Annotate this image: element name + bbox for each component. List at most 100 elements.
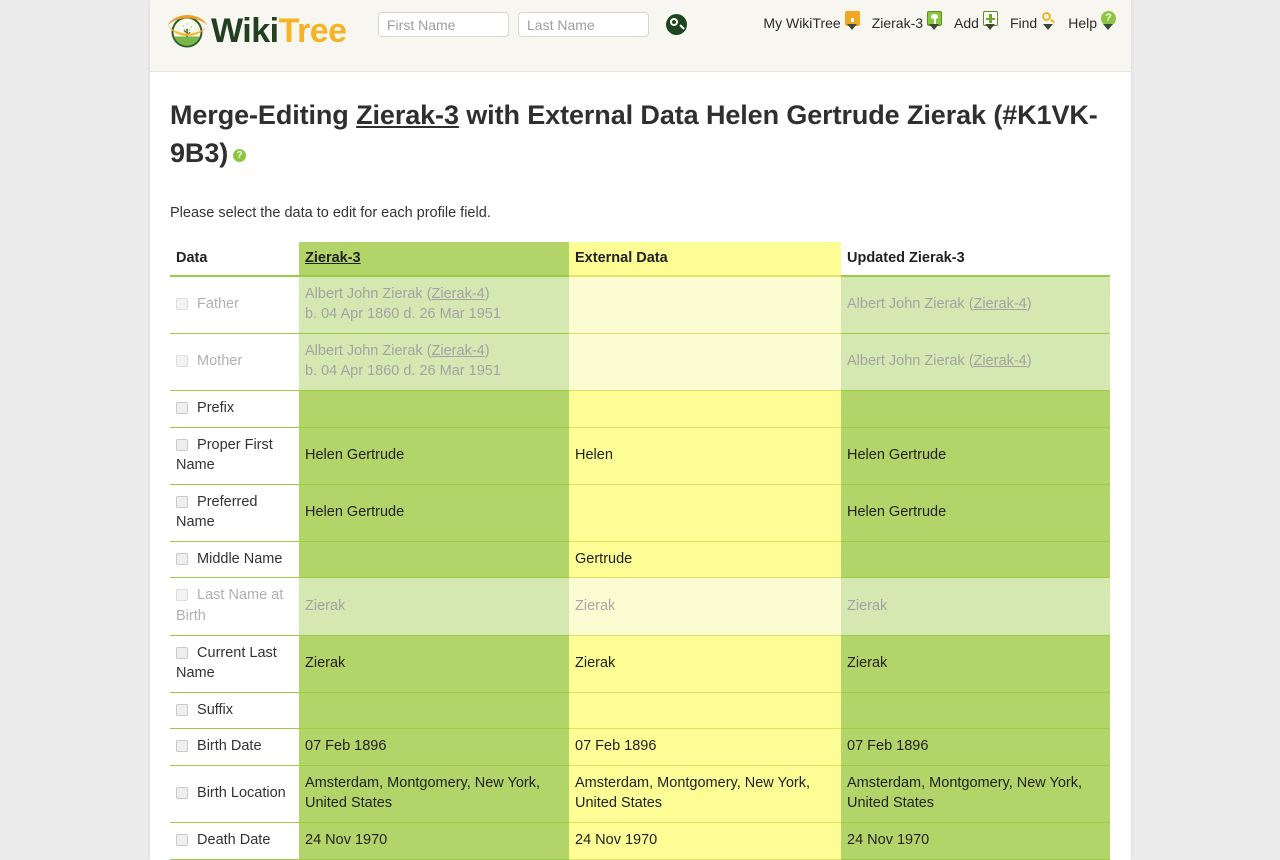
wikitree-logo[interactable]: WikiTree	[165, 7, 347, 55]
nav-item-add[interactable]: Add	[954, 11, 999, 35]
mother-profile-link-a[interactable]: Zierak-4	[432, 343, 485, 359]
father-dates-a: b. 04 Apr 1860 d. 26 Mar 1951	[305, 306, 501, 323]
mother-dates-a: b. 04 Apr 1860 d. 26 Mar 1951	[305, 363, 501, 380]
mother-name-c: Albert John Zierak (	[847, 353, 974, 370]
page-title-prefix: Merge-Editing	[170, 100, 357, 130]
table-row-middle-name: Middle Name Gertrude	[170, 541, 1110, 579]
site-header: WikiTree My WikiTree Zierak-3	[150, 0, 1131, 72]
row-label-prefix: Prefix	[197, 399, 235, 416]
column-header-zierak-3: Zierak-3	[299, 241, 569, 277]
row-checkbox-mother[interactable]	[176, 355, 188, 368]
nav-label-add: Add	[954, 15, 979, 31]
cell-updated-father: Albert John Zierak (Zierak-4)	[841, 275, 1110, 334]
row-checkbox-father[interactable]	[176, 297, 188, 310]
row-checkbox-middle-name[interactable]	[176, 552, 188, 565]
help-icon[interactable]: ?	[233, 149, 247, 163]
nav-label-help: Help	[1068, 15, 1097, 31]
chevron-down-icon	[929, 24, 940, 30]
row-label-cell-last-name-at-birth: Last Name at Birth	[170, 577, 299, 636]
cell-zierak3-suffix[interactable]	[299, 692, 569, 730]
father-profile-link-a[interactable]: Zierak-4	[432, 286, 485, 302]
row-label-mother: Mother	[197, 353, 243, 370]
cell-updated-preferred-name: Helen Gertrude	[841, 484, 1110, 542]
cell-external-father[interactable]	[569, 275, 841, 334]
father-profile-link-c[interactable]: Zierak-4	[974, 296, 1027, 312]
table-row-mother: Mother Albert John Zierak (Zierak-4) b. …	[170, 333, 1110, 391]
page-title-profile-link[interactable]: Zierak-3	[356, 100, 459, 130]
column-header-zierak-3-link[interactable]: Zierak-3	[305, 250, 361, 266]
cell-updated-death-date: 24 Nov 1970	[841, 822, 1110, 860]
cell-external-mother[interactable]	[569, 333, 841, 391]
row-checkbox-death-date[interactable]	[176, 834, 188, 847]
table-row-death-date: Death Date 24 Nov 1970 24 Nov 1970 24 No…	[170, 822, 1110, 860]
cell-zierak3-birth-date[interactable]: 07 Feb 1896	[299, 728, 569, 766]
row-checkbox-last-name-at-birth[interactable]	[176, 589, 188, 602]
plus-icon	[982, 11, 999, 35]
row-checkbox-proper-first-name[interactable]	[176, 438, 188, 451]
row-label-cell-middle-name: Middle Name	[170, 541, 299, 579]
cell-external-proper-first-name[interactable]: Helen	[569, 427, 841, 485]
table-header-row: Data Zierak-3 External Data Updated Zier…	[170, 241, 1110, 277]
cell-external-death-date[interactable]: 24 Nov 1970	[569, 822, 841, 860]
row-label-cell-proper-first-name: Proper First Name	[170, 427, 299, 485]
nav-item-help[interactable]: Help ?	[1068, 11, 1117, 35]
cell-external-last-name-at-birth[interactable]: Zierak	[569, 577, 841, 636]
logo-wiki-text: Wiki	[211, 12, 279, 50]
row-label-cell-death-date: Death Date	[170, 822, 299, 860]
cell-zierak3-father[interactable]: Albert John Zierak (Zierak-4) b. 04 Apr …	[299, 275, 569, 334]
row-checkbox-birth-date[interactable]	[176, 740, 188, 753]
cell-zierak3-current-last-name[interactable]: Zierak	[299, 635, 569, 693]
magnifier-icon	[1041, 11, 1057, 35]
cell-external-birth-date[interactable]: 07 Feb 1896	[569, 728, 841, 766]
home-icon	[844, 11, 861, 35]
table-header: Data Zierak-3 External Data Updated Zier…	[170, 241, 1110, 277]
cell-external-preferred-name[interactable]	[569, 484, 841, 542]
cell-updated-suffix	[841, 692, 1110, 730]
magnifier-glass	[670, 18, 678, 26]
cell-zierak3-proper-first-name[interactable]: Helen Gertrude	[299, 427, 569, 485]
mother-profile-link-c[interactable]: Zierak-4	[974, 353, 1027, 369]
table-row-birth-date: Birth Date 07 Feb 1896 07 Feb 1896 07 Fe…	[170, 728, 1110, 766]
nav-item-zierak-3[interactable]: Zierak-3	[872, 11, 943, 35]
cell-zierak3-preferred-name[interactable]: Helen Gertrude	[299, 484, 569, 542]
nav-item-find[interactable]: Find	[1010, 11, 1057, 35]
chevron-down-icon	[1043, 24, 1054, 30]
header-search	[378, 12, 687, 37]
question-icon: ?	[1101, 11, 1117, 35]
column-header-data: Data	[170, 241, 299, 277]
cell-zierak3-death-date[interactable]: 24 Nov 1970	[299, 822, 569, 860]
cell-external-suffix[interactable]	[569, 692, 841, 730]
row-checkbox-prefix[interactable]	[176, 401, 188, 414]
row-label-proper-first-name: Proper First Name	[176, 436, 273, 474]
row-checkbox-current-last-name[interactable]	[176, 646, 188, 659]
page-title: Merge-Editing Zierak-3 with External Dat…	[170, 96, 1111, 173]
nav-item-my-wikitree[interactable]: My WikiTree	[763, 11, 860, 35]
cell-zierak3-last-name-at-birth[interactable]: Zierak	[299, 577, 569, 636]
cell-zierak3-middle-name[interactable]	[299, 541, 569, 579]
cell-external-middle-name[interactable]: Gertrude	[569, 541, 841, 579]
row-label-birth-date: Birth Date	[197, 738, 262, 755]
cell-zierak3-mother[interactable]: Albert John Zierak (Zierak-4) b. 04 Apr …	[299, 333, 569, 391]
row-checkbox-preferred-name[interactable]	[176, 495, 188, 508]
table-body: Father Albert John Zierak (Zierak-4) b. …	[170, 275, 1110, 860]
cell-updated-current-last-name: Zierak	[841, 635, 1110, 693]
row-checkbox-birth-location[interactable]	[176, 787, 188, 800]
cell-zierak3-prefix[interactable]	[299, 390, 569, 428]
cell-updated-birth-date: 07 Feb 1896	[841, 728, 1110, 766]
cell-external-prefix[interactable]	[569, 390, 841, 428]
cell-external-birth-location[interactable]: Amsterdam, Montgomery, New York, United …	[569, 765, 841, 824]
father-close-a: )	[484, 285, 490, 302]
table-row-proper-first-name: Proper First Name Helen Gertrude Helen H…	[170, 427, 1110, 485]
search-icon[interactable]	[666, 14, 687, 35]
cell-external-current-last-name[interactable]: Zierak	[569, 635, 841, 693]
row-label-cell-mother: Mother	[170, 333, 299, 391]
nav-label-find: Find	[1009, 15, 1038, 31]
wikitree-logo-text: WikiTree	[211, 14, 347, 48]
cell-zierak3-birth-location[interactable]: Amsterdam, Montgomery, New York, United …	[299, 765, 569, 824]
first-name-input[interactable]	[378, 12, 509, 37]
row-label-birth-location: Birth Location	[197, 785, 286, 802]
row-label-current-last-name: Current Last Name	[176, 644, 277, 682]
last-name-input[interactable]	[518, 12, 649, 37]
table-row-last-name-at-birth: Last Name at Birth Zierak Zierak Zierak	[170, 577, 1110, 636]
row-checkbox-suffix[interactable]	[176, 703, 188, 716]
